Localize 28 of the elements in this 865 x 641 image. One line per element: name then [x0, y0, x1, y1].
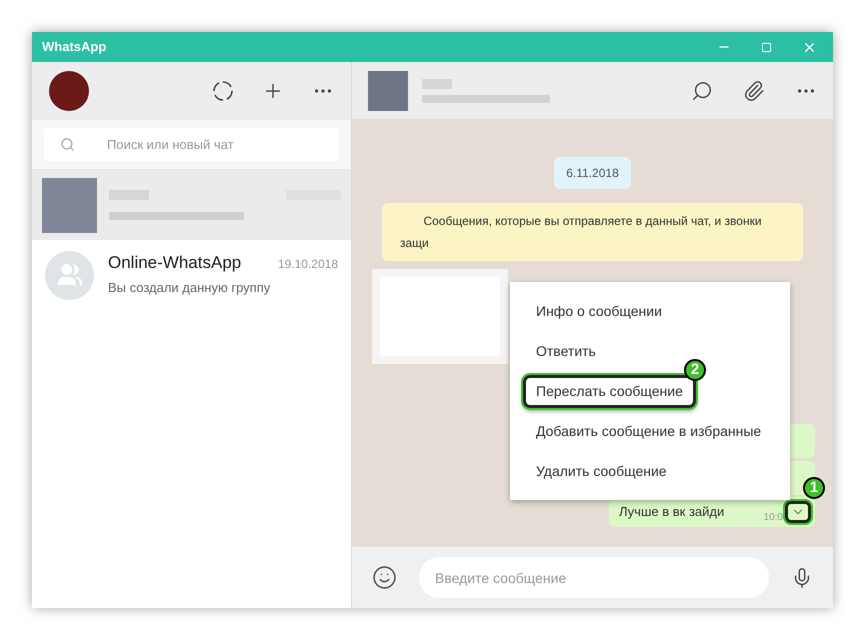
emoji-icon[interactable]: [372, 565, 397, 590]
encryption-notice: Сообщения, которые вы отправляете в данный чат, и звонки защи: [382, 203, 803, 261]
search-field[interactable]: Поиск или новый чат: [44, 128, 339, 161]
message-input[interactable]: Введите сообщение: [419, 557, 769, 598]
step-number-badge: 1: [803, 477, 825, 499]
group-icon: [56, 262, 82, 288]
chat-preview: Вы создали данную группу: [108, 280, 270, 295]
date-label: 6.11.2018: [554, 157, 631, 189]
search-icon[interactable]: [691, 80, 713, 102]
message-text: Лучше в вк зайди: [619, 503, 726, 522]
menu-item[interactable]: Переслать сообщение: [523, 374, 696, 408]
window-title: WhatsApp: [41, 38, 108, 56]
blurred-avatar: [368, 70, 408, 110]
search-icon: [60, 137, 75, 152]
chat-date: 19.10.2018: [278, 256, 338, 274]
menu-item[interactable]: Инфо о сообщении: [536, 300, 662, 322]
avatar[interactable]: [49, 71, 89, 111]
status-icon[interactable]: [212, 80, 234, 102]
menu-item[interactable]: Удалить сообщение: [536, 460, 667, 482]
paperclip-icon[interactable]: [743, 80, 765, 102]
message-menu-button[interactable]: [785, 501, 811, 523]
chat-name: Online-WhatsApp: [108, 252, 242, 274]
chat-list-item[interactable]: [32, 170, 351, 240]
message-time: 10:0: [764, 510, 783, 524]
step-number-badge: 2: [684, 359, 706, 381]
menu-item[interactable]: Добавить сообщение в избранные: [536, 420, 762, 442]
blurred-avatar: [42, 178, 97, 232]
menu-item[interactable]: Ответить: [536, 340, 596, 362]
